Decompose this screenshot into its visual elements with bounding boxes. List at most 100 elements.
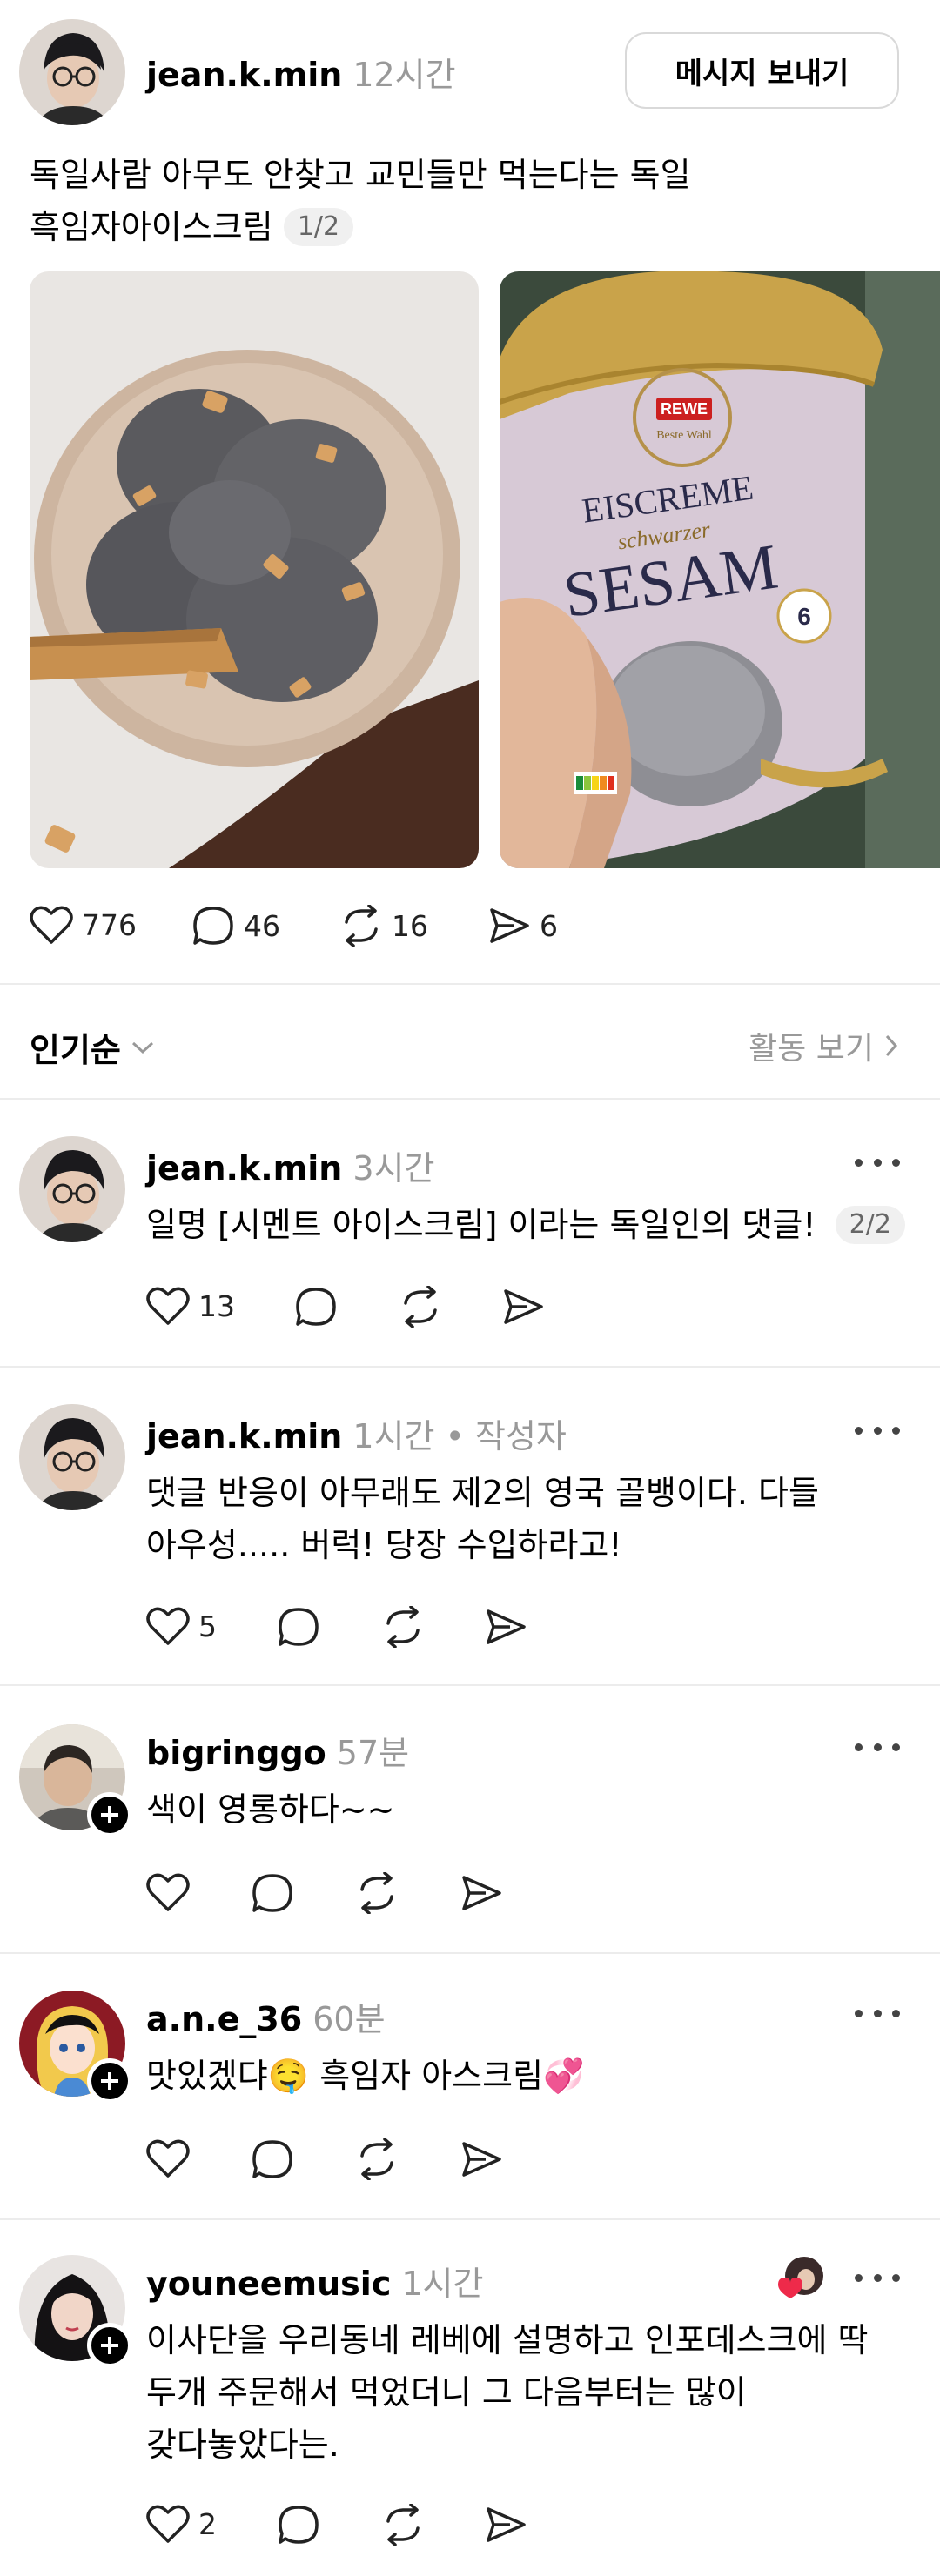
comment-like-button[interactable]: 2 bbox=[146, 2504, 217, 2544]
author-liked-avatar bbox=[775, 2257, 827, 2300]
post-comment-button[interactable]: 46 bbox=[191, 905, 280, 947]
comment-like-count: 5 bbox=[198, 1609, 217, 1643]
comment-icon bbox=[252, 1874, 292, 1912]
follow-plus-icon[interactable] bbox=[87, 1792, 132, 1837]
post-username[interactable]: jean.k.min bbox=[146, 56, 342, 94]
follow-plus-icon[interactable] bbox=[87, 2323, 132, 2368]
comment-like-button[interactable] bbox=[146, 2138, 190, 2178]
page-indicator-badge: 2/2 bbox=[835, 1206, 905, 1244]
heart-icon bbox=[146, 1873, 190, 1911]
comment-share-button[interactable] bbox=[501, 1286, 545, 1328]
comment-repost-button[interactable] bbox=[381, 2504, 425, 2546]
repost-icon bbox=[360, 1872, 393, 1914]
comment-time: 60분 bbox=[312, 2000, 386, 2038]
comment-reply-button[interactable] bbox=[251, 2138, 294, 2180]
comment-like-count: 13 bbox=[198, 1288, 235, 1323]
post-author[interactable]: jean.k.min 12시간 bbox=[146, 48, 456, 96]
comment-username[interactable]: bigringgo bbox=[146, 1734, 326, 1772]
comment-author[interactable]: jean.k.min 1시간 • 작성자 bbox=[146, 1409, 567, 1457]
comment-avatar[interactable] bbox=[19, 1136, 125, 1242]
comment-reply-button[interactable] bbox=[277, 2504, 320, 2546]
chevron-right-icon bbox=[885, 1034, 898, 1057]
more-options-icon[interactable] bbox=[855, 1738, 900, 1756]
comment-reply-button[interactable] bbox=[294, 1286, 338, 1328]
comment-icon bbox=[279, 1608, 319, 1646]
heart-icon bbox=[146, 1287, 190, 1325]
more-options-icon[interactable] bbox=[855, 1422, 900, 1439]
comment-share-button[interactable] bbox=[484, 2504, 527, 2546]
comment-author[interactable]: jean.k.min 3시간 bbox=[146, 1141, 434, 1189]
post-like-button[interactable]: 776 bbox=[30, 905, 137, 945]
comment-author[interactable]: bigringgo 57분 bbox=[146, 1726, 409, 1774]
comment-share-button[interactable] bbox=[460, 1872, 503, 1914]
more-options-icon[interactable] bbox=[855, 2269, 900, 2286]
comment-like-count: 2 bbox=[198, 2506, 217, 2541]
more-options-icon[interactable] bbox=[855, 2004, 900, 2022]
comment-text-line1: 맛있겠댜🤤 흑임자 아스크림💞 bbox=[146, 2057, 585, 2095]
comment-time: 3시간 bbox=[352, 1149, 435, 1188]
send-message-button[interactable]: 메시지 보내기 bbox=[625, 32, 899, 109]
comment-repost-button[interactable] bbox=[381, 1606, 425, 1648]
comment-username[interactable]: jean.k.min bbox=[146, 1149, 342, 1188]
sort-label: 인기순 bbox=[30, 1031, 121, 1069]
heart-icon bbox=[146, 2139, 190, 2178]
divider bbox=[0, 2218, 940, 2220]
comment-repost-button[interactable] bbox=[355, 1872, 399, 1914]
comment-reply-button[interactable] bbox=[277, 1606, 320, 1648]
repost-icon bbox=[345, 905, 378, 947]
send-icon bbox=[504, 1289, 543, 1324]
page-indicator-badge: 1/2 bbox=[283, 208, 354, 246]
send-icon bbox=[490, 908, 529, 943]
comment-icon bbox=[279, 2506, 319, 2544]
send-icon bbox=[487, 2507, 526, 2542]
divider bbox=[0, 1366, 940, 1368]
comment-text: 일명 [시멘트 아이스크림] 이라는 독일인의 댓글! 2/2 bbox=[146, 1199, 905, 1251]
comment-like-button[interactable]: 5 bbox=[146, 1606, 217, 1646]
post-time: 12시간 bbox=[352, 56, 456, 94]
post-image-sesam-package[interactable]: REWE Beste Wahl EISCREME schwarzer SESAM… bbox=[500, 271, 940, 868]
comment-text: 댓글 반응이 아무래도 제2의 영국 골뱅이다. 다들 아우성..... 버럭!… bbox=[146, 1467, 819, 1571]
heart-icon bbox=[146, 1607, 190, 1645]
comment-like-button[interactable] bbox=[146, 1872, 190, 1912]
author-avatar[interactable] bbox=[19, 19, 125, 125]
sort-dropdown[interactable]: 인기순 bbox=[30, 1023, 156, 1071]
comment-share-button[interactable] bbox=[460, 2138, 503, 2180]
post-caption-line1: 독일사람 아무도 안찾고 교민들만 먹는다는 독일 bbox=[30, 156, 691, 194]
post-repost-button[interactable]: 16 bbox=[339, 905, 428, 947]
post-caption-text: 흑임자아이스크림 bbox=[30, 208, 273, 246]
comment-author[interactable]: youneemusic 1시간 bbox=[146, 2257, 483, 2305]
comment-reply-button[interactable] bbox=[251, 1872, 294, 1914]
comment-text: 맛있겠댜🤤 흑임자 아스크림💞 bbox=[146, 2050, 584, 2102]
post-share-count: 6 bbox=[540, 908, 558, 943]
image-brand-sub-label: Beste Wahl bbox=[656, 429, 712, 442]
comment-repost-button[interactable] bbox=[355, 2138, 399, 2180]
comment-username[interactable]: a.n.e_36 bbox=[146, 2000, 302, 2038]
comment-time: 1시간 bbox=[352, 1417, 435, 1455]
comment-text-line1: 일명 [시멘트 아이스크림] 이라는 독일인의 댓글! bbox=[146, 1206, 816, 1244]
more-options-icon[interactable] bbox=[855, 1154, 900, 1171]
comment-like-button[interactable]: 13 bbox=[146, 1286, 235, 1326]
view-activity-link[interactable]: 활동 보기 bbox=[749, 1023, 900, 1068]
send-icon bbox=[487, 1609, 526, 1644]
post-caption-line2: 흑임자아이스크림 1/2 bbox=[30, 201, 691, 253]
follow-plus-icon[interactable] bbox=[87, 2058, 132, 2104]
repost-icon bbox=[386, 1606, 420, 1648]
comment-text-line1: 이사단을 우리동네 레베에 설명하고 인포데스크에 딱 bbox=[146, 2321, 869, 2359]
comment-text-line3: 갖다놓았다는. bbox=[146, 2425, 339, 2464]
author-tag: • 작성자 bbox=[434, 1417, 567, 1455]
comment-username[interactable]: youneemusic bbox=[146, 2265, 391, 2303]
post-image-icecream-bowl[interactable] bbox=[30, 271, 479, 868]
comment-share-button[interactable] bbox=[484, 1606, 527, 1648]
comment-repost-button[interactable] bbox=[399, 1286, 442, 1328]
comment-text: 이사단을 우리동네 레베에 설명하고 인포데스크에 딱 두개 주문해서 먹었더니… bbox=[146, 2314, 869, 2471]
repost-icon bbox=[386, 2504, 420, 2546]
comment-author[interactable]: a.n.e_36 60분 bbox=[146, 1992, 386, 2040]
image-badge-label: 6 bbox=[797, 603, 811, 630]
comment-username[interactable]: jean.k.min bbox=[146, 1417, 342, 1455]
post-share-button[interactable]: 6 bbox=[487, 905, 558, 947]
comment-avatar[interactable] bbox=[19, 1404, 125, 1510]
divider bbox=[0, 1684, 940, 1686]
comment-text: 색이 영롱하다~~ bbox=[146, 1783, 395, 1836]
repost-icon bbox=[360, 2138, 393, 2180]
comment-time: 57분 bbox=[336, 1734, 410, 1772]
